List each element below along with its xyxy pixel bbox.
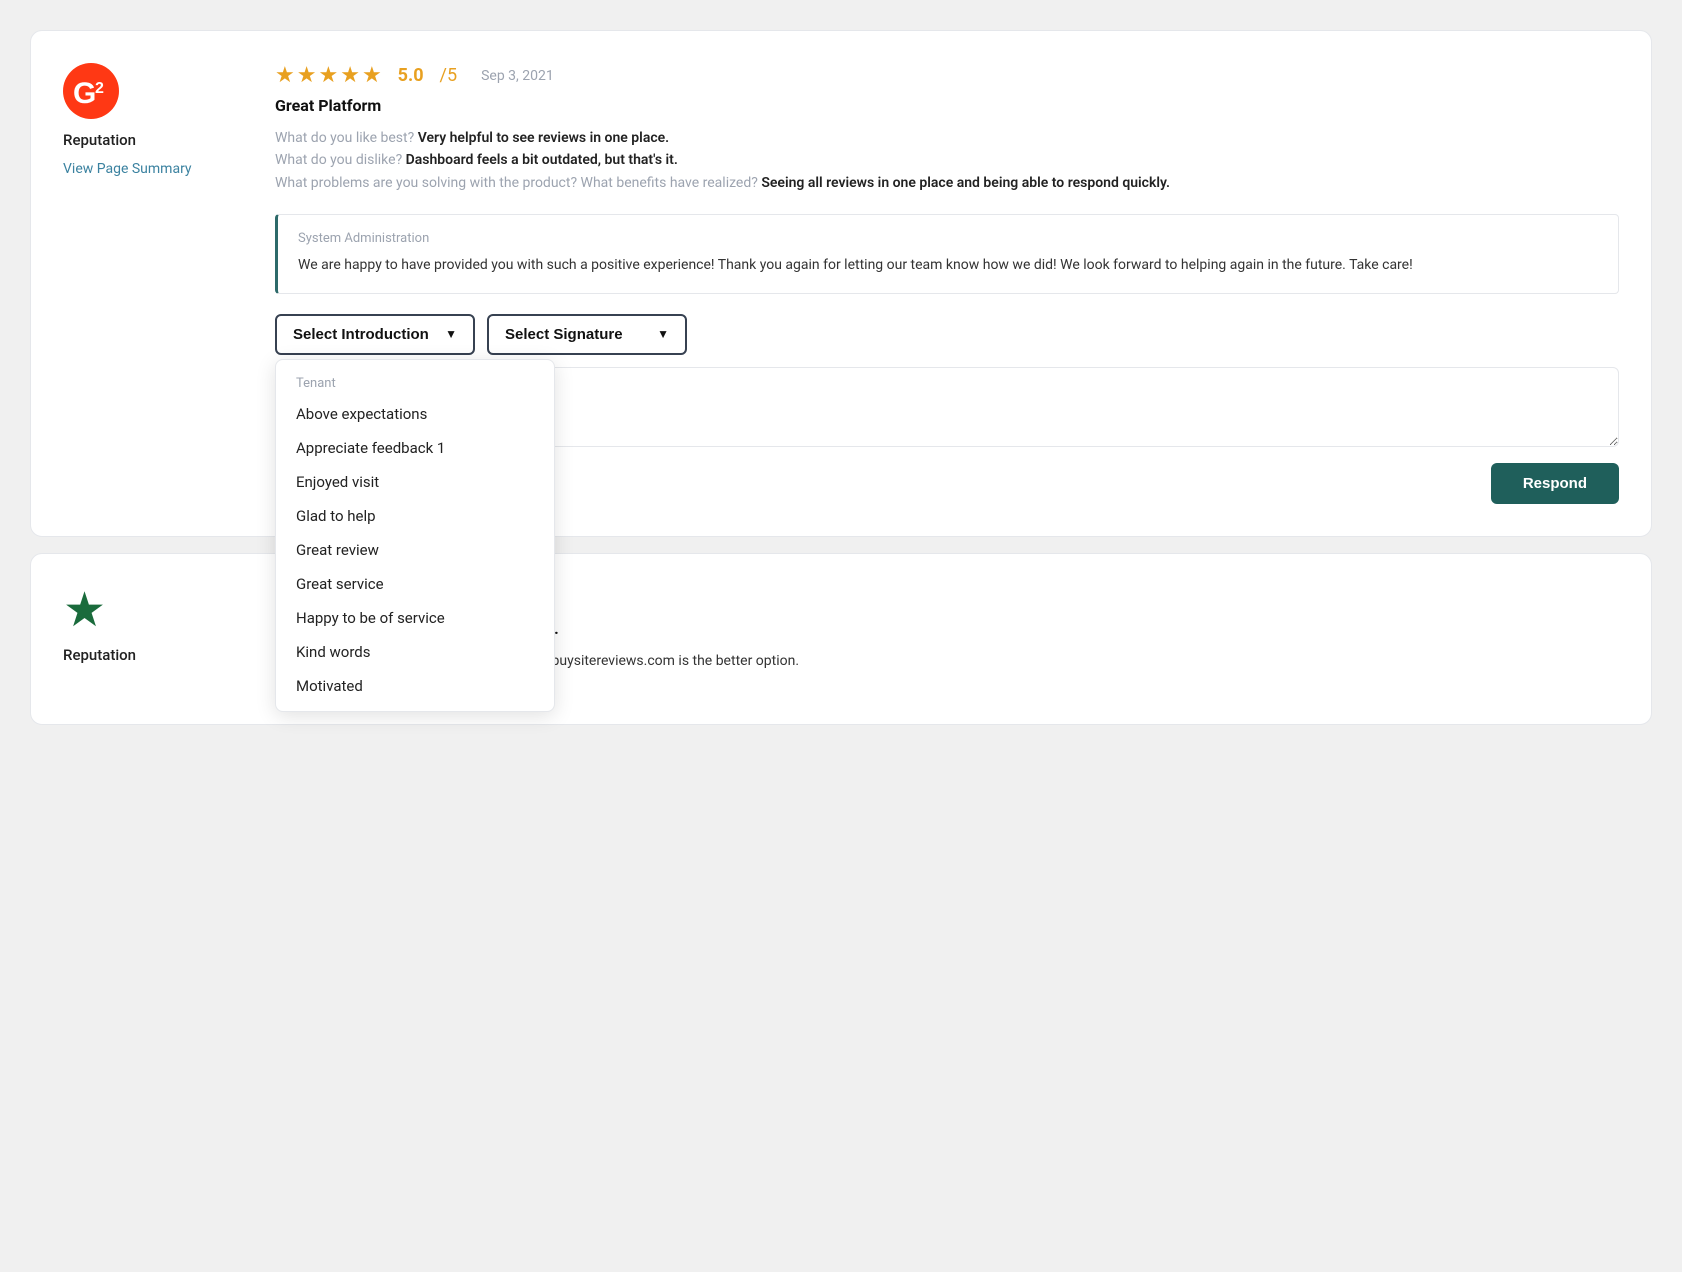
review-card-2: ★ Reputation ★ ★ ★ ★ ★ 4.0/5 Sep 1, 2021… xyxy=(30,553,1652,725)
dropdown-item-4[interactable]: Great review xyxy=(276,533,554,567)
sidebar-title-2: Reputation xyxy=(63,646,136,664)
dropdown-item-1[interactable]: Appreciate feedback 1 xyxy=(276,431,554,465)
question-2-answer: Dashboard feels a bit outdated, but that… xyxy=(406,152,678,168)
response-text-1: We are happy to have provided you with s… xyxy=(298,254,1598,276)
rating-denom-1: /5 xyxy=(440,65,458,86)
review-date-1: Sep 3, 2021 xyxy=(481,68,554,84)
review-content-1: ★ ★ ★ ★ ★ 5.0/5 Sep 3, 2021 Great Platfo… xyxy=(275,63,1619,504)
star-logo-icon: ★ xyxy=(63,586,106,634)
select-introduction-label: Select Introduction xyxy=(293,326,429,343)
reply-controls-1: Select Introduction ▼ Tenant Above expec… xyxy=(275,314,1619,355)
svg-text:2: 2 xyxy=(95,80,104,97)
star-4: ★ xyxy=(340,63,360,88)
chevron-down-icon-sig: ▼ xyxy=(657,327,669,341)
dropdown-item-3[interactable]: Glad to help xyxy=(276,499,554,533)
introduction-dropdown-menu: Tenant Above expectations Appreciate fee… xyxy=(275,359,555,712)
star-1: ★ xyxy=(275,63,295,88)
question-1-answer: Very helpful to see reviews in one place… xyxy=(418,130,669,146)
dropdown-item-8[interactable]: Motivated xyxy=(276,669,554,703)
select-signature-label: Select Signature xyxy=(505,326,623,343)
dropdown-item-0[interactable]: Above expectations xyxy=(276,397,554,431)
select-signature-button[interactable]: Select Signature ▼ xyxy=(487,314,687,355)
review-sidebar-2: ★ Reputation xyxy=(63,586,243,692)
review-body-1: What do you like best? Very helpful to s… xyxy=(275,127,1619,194)
star-5: ★ xyxy=(362,63,382,88)
view-page-summary-link[interactable]: View Page Summary xyxy=(63,161,192,177)
select-introduction-button[interactable]: Select Introduction ▼ xyxy=(275,314,475,355)
question-1-prompt: What do you like best? xyxy=(275,130,418,146)
review-title-1: Great Platform xyxy=(275,96,1619,115)
star-2: ★ xyxy=(297,63,317,88)
chevron-down-icon-intro: ▼ xyxy=(445,327,457,341)
response-author-1: System Administration xyxy=(298,231,1598,246)
review-sidebar-1: G 2 Reputation View Page Summary xyxy=(63,63,243,504)
star-rating-1: ★ ★ ★ ★ ★ xyxy=(275,63,382,88)
existing-response-1: System Administration We are happy to ha… xyxy=(275,214,1619,293)
review-header-1: ★ ★ ★ ★ ★ 5.0/5 Sep 3, 2021 xyxy=(275,63,1619,88)
sidebar-title-1: Reputation xyxy=(63,131,136,149)
question-3-prompt: What problems are you solving with the p… xyxy=(275,175,761,191)
question-2-prompt: What do you dislike? xyxy=(275,152,406,168)
dropdown-item-6[interactable]: Happy to be of service xyxy=(276,601,554,635)
rating-value-1: 5.0 xyxy=(398,65,424,86)
question-3-answer: Seeing all reviews in one place and bein… xyxy=(761,175,1170,191)
dropdown-item-2[interactable]: Enjoyed visit xyxy=(276,465,554,499)
respond-button[interactable]: Respond xyxy=(1491,463,1619,504)
dropdown-item-7[interactable]: Kind words xyxy=(276,635,554,669)
review-card-1: G 2 Reputation View Page Summary ★ ★ ★ ★… xyxy=(30,30,1652,537)
dropdown-group-label: Tenant xyxy=(276,368,554,397)
star-3: ★ xyxy=(318,63,338,88)
g2-logo-icon: G 2 xyxy=(63,63,119,119)
svg-text:G: G xyxy=(73,77,96,110)
dropdown-item-5[interactable]: Great service xyxy=(276,567,554,601)
